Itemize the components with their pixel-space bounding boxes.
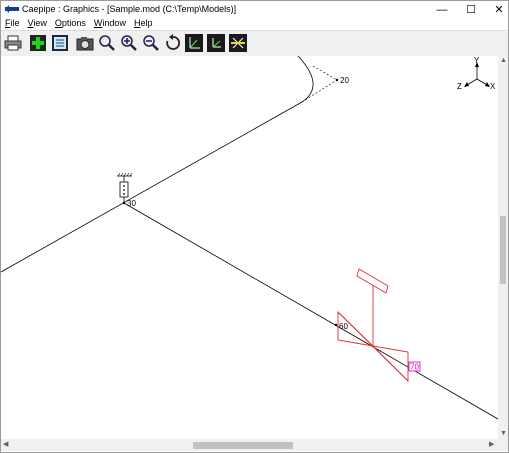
pipe-bend: [297, 55, 314, 103]
tangent-line: [301, 79, 338, 103]
tangent-line: [312, 65, 338, 81]
axis-label-z: Z: [457, 82, 462, 91]
axis-label-y: Y: [474, 56, 480, 65]
menu-options[interactable]: Options: [55, 18, 86, 29]
horizontal-scroll-thumb[interactable]: [193, 442, 293, 449]
node-label-30: 30: [127, 199, 136, 208]
zoom-in-icon[interactable]: [120, 34, 138, 52]
node-label-60: 60: [339, 322, 348, 331]
pipe-segment: [123, 202, 499, 420]
menu-window[interactable]: Window: [94, 18, 126, 29]
scroll-up-icon[interactable]: ▲: [500, 57, 507, 65]
scrollbar-corner: [498, 439, 508, 451]
node-label-70: 70: [410, 363, 419, 372]
view-iso-icon[interactable]: [229, 34, 247, 52]
camera-icon[interactable]: [76, 34, 94, 52]
pipe-model: 20 30 60 70 Y Z X: [1, 55, 499, 420]
toolbar: [1, 30, 508, 57]
zoom-out-icon[interactable]: [142, 34, 160, 52]
node-marker: [335, 78, 339, 82]
menu-file[interactable]: File: [5, 18, 20, 29]
minimize-button[interactable]: —: [427, 1, 457, 18]
view-axis-icon[interactable]: [207, 34, 225, 52]
maximize-button[interactable]: ☐: [456, 1, 486, 18]
add-node-icon[interactable]: [29, 34, 47, 52]
title-bar: Caepipe : Graphics - [Sample.mod (C:\Tem…: [1, 1, 508, 18]
node-label-20: 20: [340, 76, 349, 85]
horizontal-scrollbar[interactable]: ◀ ▶: [1, 439, 498, 451]
axis-triad: Y Z X: [457, 56, 496, 91]
close-button[interactable]: ✕: [484, 1, 508, 18]
app-window: Caepipe : Graphics - [Sample.mod (C:\Tem…: [0, 0, 509, 453]
view-xy-icon[interactable]: [185, 34, 203, 52]
window-title: Caepipe : Graphics - [Sample.mod (C:\Tem…: [22, 4, 237, 14]
node-marker: [334, 323, 338, 327]
vertical-scrollbar[interactable]: ▲ ▼: [498, 56, 508, 439]
rotate-icon[interactable]: [164, 34, 182, 52]
menu-view[interactable]: View: [28, 18, 47, 29]
print-icon[interactable]: [4, 34, 22, 52]
menu-bar: File View Options Window Help: [1, 18, 508, 29]
app-logo-icon: [5, 5, 19, 13]
red-support-assembly: [337, 268, 409, 383]
scroll-left-icon[interactable]: ◀: [3, 441, 8, 449]
scroll-down-icon[interactable]: ▼: [500, 430, 507, 438]
axis-label-x: X: [490, 82, 496, 91]
vertical-scroll-thumb[interactable]: [500, 216, 506, 284]
menu-help[interactable]: Help: [134, 18, 153, 29]
graphics-canvas[interactable]: 20 30 60 70 Y Z X: [1, 55, 499, 439]
zoom-icon[interactable]: [98, 34, 116, 52]
scroll-right-icon[interactable]: ▶: [489, 441, 494, 449]
list-icon[interactable]: [51, 34, 69, 52]
pipe-segment: [1, 101, 303, 273]
